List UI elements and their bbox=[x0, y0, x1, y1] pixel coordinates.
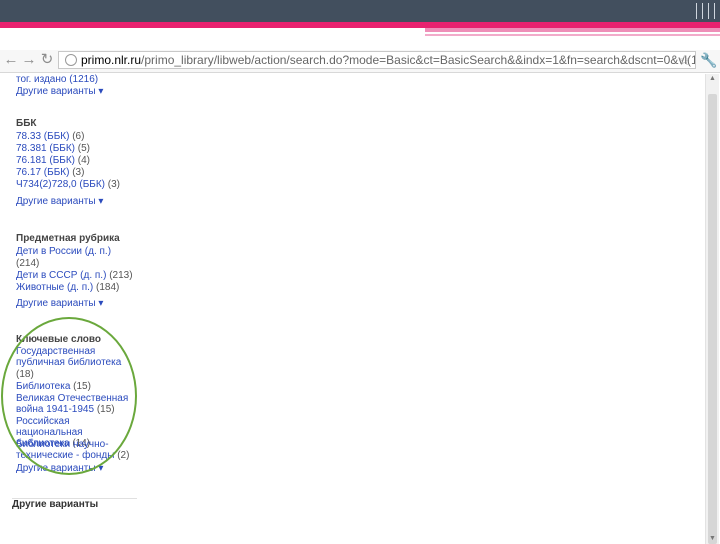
browser-toolbar: ← → ↻ primo.nlr.ru/primo_library/libweb/… bbox=[0, 50, 720, 73]
more-options-label: Другие варианты bbox=[16, 86, 96, 97]
more-options-link[interactable]: Другие варианты ▾ bbox=[16, 86, 103, 97]
facet-item[interactable]: Дети в СССР (д. п.) (213) bbox=[16, 270, 133, 281]
back-arrow-icon[interactable]: ← bbox=[2, 51, 20, 69]
forward-arrow-icon[interactable]: → bbox=[20, 51, 38, 69]
url-host: primo.nlr.ru bbox=[81, 53, 142, 67]
highlight-circle bbox=[1, 317, 137, 475]
facet-title-subject: Предметная рубрика bbox=[16, 233, 120, 244]
facet-count: (5) bbox=[77, 143, 90, 154]
facet-item[interactable]: 78.381 (ББК) (5) bbox=[16, 143, 90, 154]
other-options-panel[interactable]: Другие варианты bbox=[12, 498, 137, 511]
scrollbar-thumb[interactable] bbox=[708, 94, 717, 544]
more-options-label: Другие варианты bbox=[16, 196, 96, 207]
facet-item[interactable]: Дети в России (д. п.) bbox=[16, 246, 111, 257]
facet-link[interactable]: 76.17 (ББК) bbox=[16, 167, 69, 178]
facet-count: (184) bbox=[96, 282, 120, 293]
more-options-link[interactable]: Другие варианты ▾ bbox=[16, 196, 103, 207]
star-icon[interactable]: ☆ bbox=[678, 51, 691, 69]
facet-item[interactable]: 76.17 (ББК) (3) bbox=[16, 167, 84, 178]
chevron-down-icon: ▾ bbox=[98, 86, 104, 97]
facet-item-partial[interactable]: тог. издано (1216) bbox=[16, 74, 98, 85]
more-options-link[interactable]: Другие варианты ▾ bbox=[16, 298, 103, 309]
scroll-down-icon[interactable]: ▼ bbox=[706, 534, 719, 544]
globe-icon bbox=[65, 54, 77, 66]
panel-title: Другие варианты bbox=[12, 499, 99, 510]
accent-strip bbox=[425, 28, 720, 32]
facet-link[interactable]: 78.381 (ББК) bbox=[16, 143, 75, 154]
facet-link[interactable]: Дети в России (д. п.) bbox=[16, 246, 111, 257]
facet-count: (3) bbox=[107, 179, 120, 190]
facet-link[interactable]: 76.181 (ББК) bbox=[16, 155, 75, 166]
slide-header-bar bbox=[0, 0, 720, 22]
wrench-icon[interactable]: 🔧 bbox=[700, 51, 717, 69]
chevron-down-icon: ▾ bbox=[98, 298, 104, 309]
facet-count: (6) bbox=[72, 131, 85, 142]
facet-count: (4) bbox=[77, 155, 90, 166]
url-text: primo.nlr.ru/primo_library/libweb/action… bbox=[81, 53, 696, 67]
address-bar[interactable]: primo.nlr.ru/primo_library/libweb/action… bbox=[58, 51, 696, 69]
facet-title-bbk: ББК bbox=[16, 118, 37, 129]
facet-item[interactable]: Животные (д. п.) (184) bbox=[16, 282, 119, 293]
more-options-label: Другие варианты bbox=[16, 298, 96, 309]
slide-corner-decoration bbox=[690, 0, 720, 22]
facet-count: (214) bbox=[16, 258, 39, 269]
facet-link[interactable]: Ч734(2)728,0 (ББК) bbox=[16, 179, 105, 190]
facet-count: (3) bbox=[72, 167, 85, 178]
facet-link[interactable]: 78.33 (ББК) bbox=[16, 131, 69, 142]
facet-count: (213) bbox=[109, 270, 133, 281]
facet-link[interactable]: тог. издано (1216) bbox=[16, 74, 98, 85]
facet-count: (2) bbox=[117, 450, 130, 461]
facet-item[interactable]: 76.181 (ББК) (4) bbox=[16, 155, 90, 166]
page-content: тог. издано (1216) Другие варианты ▾ ББК… bbox=[0, 74, 700, 540]
reload-icon[interactable]: ↻ bbox=[38, 51, 56, 69]
facet-item[interactable]: Ч734(2)728,0 (ББК) (3) bbox=[16, 179, 120, 190]
facet-item[interactable]: 78.33 (ББК) (6) bbox=[16, 131, 84, 142]
chevron-down-icon: ▾ bbox=[98, 196, 104, 207]
browser-window: ← → ↻ primo.nlr.ru/primo_library/libweb/… bbox=[0, 36, 720, 544]
facet-link[interactable]: Дети в СССР (д. п.) bbox=[16, 270, 106, 281]
url-path: /primo_library/libweb/action/search.do?m… bbox=[141, 53, 696, 67]
facet-count: (214) bbox=[16, 258, 40, 269]
facet-link[interactable]: Животные (д. п.) bbox=[16, 282, 93, 293]
scroll-up-icon[interactable]: ▲ bbox=[706, 74, 719, 84]
vertical-scrollbar[interactable]: ▲ ▼ bbox=[705, 74, 719, 544]
